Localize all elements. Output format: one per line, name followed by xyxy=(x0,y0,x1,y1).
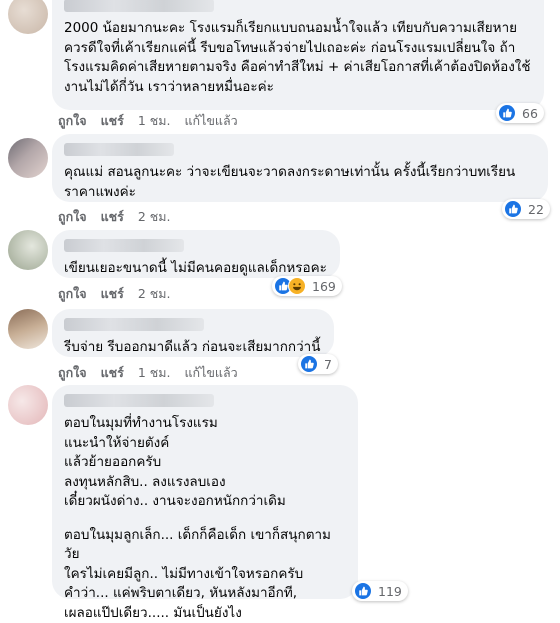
comment-bubble: เขียนเยอะขนาดนี้ ไม่มีคนคอยดูแลเด็กหรอคะ xyxy=(52,230,340,278)
avatar[interactable] xyxy=(8,230,48,270)
edited-label: แก้ไขแล้ว xyxy=(184,363,237,383)
like-reaction-icon xyxy=(300,355,318,373)
comment-text: คุณแม่ สอนลูกนะคะ ว่าจะเขียนจะวาดลงกระดา… xyxy=(64,163,536,202)
reaction-summary[interactable]: 169 xyxy=(272,276,342,296)
share-button[interactable]: แชร์ xyxy=(101,363,124,383)
timestamp[interactable]: 1 ชม. xyxy=(138,111,171,131)
avatar[interactable] xyxy=(8,0,48,34)
comment-bubble: คุณแม่ สอนลูกนะคะ ว่าจะเขียนจะวาดลงกระดา… xyxy=(52,134,548,202)
like-button[interactable]: ถูกใจ xyxy=(58,207,87,227)
author-name-blurred[interactable] xyxy=(64,394,214,407)
comment-actions: ถูกใจ แชร์ 1 ชม. แก้ไขแล้ว xyxy=(58,364,252,382)
comment-bubble: 2000 น้อยมากนะคะ โรงแรมก็เรียกแบบถนอมน้ำ… xyxy=(52,0,544,110)
comment-text: 2000 น้อยมากนะคะ โรงแรมก็เรียกแบบถนอมน้ำ… xyxy=(64,19,532,97)
reaction-count: 7 xyxy=(324,357,332,372)
comment-text-second-paragraph: ตอบในมุมลูกเล็ก... เด็กก็คือเด็ก เขาก็สน… xyxy=(64,526,346,623)
reaction-summary[interactable]: 66 xyxy=(496,103,544,123)
timestamp[interactable]: 2 ชม. xyxy=(138,207,171,227)
comment-actions: ถูกใจ แชร์ 1 ชม. แก้ไขแล้ว xyxy=(58,112,252,130)
like-reaction-icon xyxy=(354,582,372,600)
reaction-count: 119 xyxy=(378,584,402,599)
reaction-count: 66 xyxy=(522,106,538,121)
comment-actions: ถูกใจ แชร์ 2 ชม. xyxy=(58,285,184,303)
comment-text: รีบจ่าย รีบออกมาดีแล้ว ก่อนจะเสียมากกว่า… xyxy=(64,338,322,358)
author-name-blurred[interactable] xyxy=(64,143,174,156)
reaction-summary[interactable]: 119 xyxy=(352,581,408,601)
avatar[interactable] xyxy=(8,385,48,425)
reaction-summary[interactable]: 7 xyxy=(298,354,338,374)
reaction-count: 169 xyxy=(312,279,336,294)
comment-actions: ถูกใจ แชร์ 2 ชม. xyxy=(58,208,184,226)
like-reaction-icon xyxy=(504,200,522,218)
share-button[interactable]: แชร์ xyxy=(101,284,124,304)
author-name-blurred[interactable] xyxy=(64,239,184,252)
comment-text: ตอบในมุมที่ทำงานโรงแรม แนะนำให้จ่ายตังค์… xyxy=(64,414,346,512)
reaction-count: 22 xyxy=(528,202,544,217)
comment-bubble: รีบจ่าย รีบออกมาดีแล้ว ก่อนจะเสียมากกว่า… xyxy=(52,309,334,357)
like-button[interactable]: ถูกใจ xyxy=(58,284,87,304)
edited-label: แก้ไขแล้ว xyxy=(184,111,237,131)
timestamp[interactable]: 1 ชม. xyxy=(138,363,171,383)
like-button[interactable]: ถูกใจ xyxy=(58,111,87,131)
comment-bubble: ตอบในมุมที่ทำงานโรงแรม แนะนำให้จ่ายตังค์… xyxy=(52,385,358,599)
avatar[interactable] xyxy=(8,138,48,178)
reaction-summary[interactable]: 22 xyxy=(502,199,550,219)
like-button[interactable]: ถูกใจ xyxy=(58,363,87,383)
share-button[interactable]: แชร์ xyxy=(101,111,124,131)
like-reaction-icon xyxy=(498,104,516,122)
avatar[interactable] xyxy=(8,309,48,349)
haha-reaction-icon xyxy=(288,277,306,295)
author-name-blurred[interactable] xyxy=(64,0,214,12)
share-button[interactable]: แชร์ xyxy=(101,207,124,227)
author-name-blurred[interactable] xyxy=(64,318,204,331)
timestamp[interactable]: 2 ชม. xyxy=(138,284,171,304)
